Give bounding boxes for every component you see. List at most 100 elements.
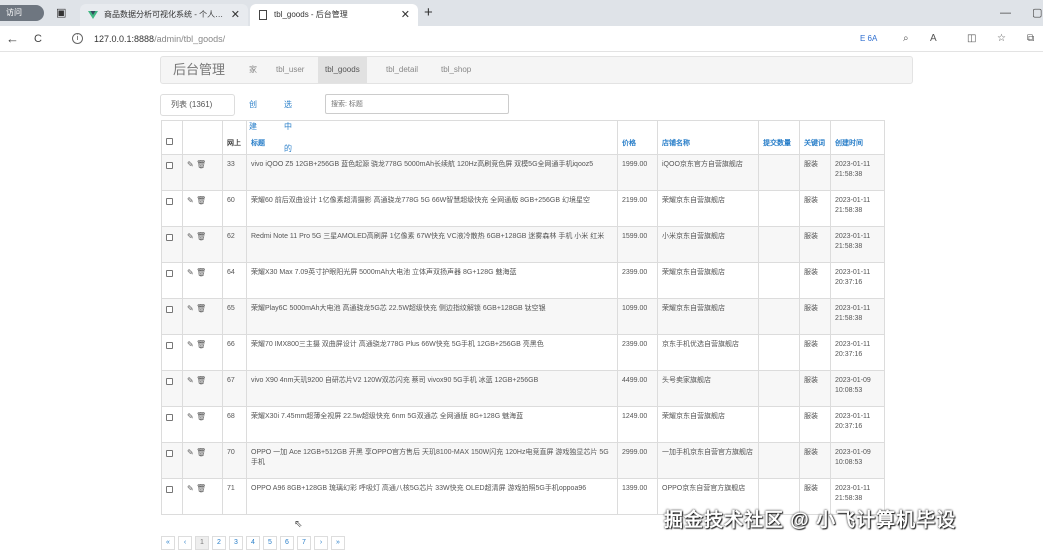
page-2[interactable]: 2 bbox=[212, 536, 226, 550]
row-checkbox[interactable] bbox=[166, 198, 173, 205]
nav-item-tbl-user[interactable]: tbl_user bbox=[276, 57, 304, 83]
trash-icon[interactable]: 🗑 bbox=[196, 412, 206, 421]
page-4[interactable]: 4 bbox=[246, 536, 260, 550]
close-icon[interactable]: ✕ bbox=[401, 4, 410, 26]
cell-shop: 荣耀京东自营旗舰店 bbox=[657, 190, 759, 227]
page-first[interactable]: « bbox=[161, 536, 175, 550]
row-checkbox[interactable] bbox=[166, 306, 173, 313]
admin-navbar: 后台管理 家 tbl_user tbl_goods tbl_detail tbl… bbox=[160, 56, 913, 84]
page-1[interactable]: 1 bbox=[195, 536, 209, 550]
row-select-cell bbox=[161, 478, 183, 515]
trash-icon[interactable]: 🗑 bbox=[196, 160, 206, 169]
pencil-icon[interactable]: ✎ bbox=[187, 448, 194, 457]
page-7[interactable]: 7 bbox=[297, 536, 311, 550]
row-checkbox[interactable] bbox=[166, 342, 173, 349]
column-header-keyword[interactable]: 关键词 bbox=[799, 120, 831, 155]
cell-count bbox=[758, 334, 800, 371]
ops-header bbox=[182, 120, 223, 155]
pencil-icon[interactable]: ✎ bbox=[187, 376, 194, 385]
table-header-row: 网上 标题 价格 店铺名称 提交数量 关键词 创建时间 bbox=[161, 120, 885, 155]
cell-shop: 荣耀京东自营旗舰店 bbox=[657, 298, 759, 335]
column-header-price[interactable]: 价格 bbox=[617, 120, 658, 155]
page-5[interactable]: 5 bbox=[263, 536, 277, 550]
page-next[interactable]: › bbox=[314, 536, 328, 550]
minimize-button[interactable]: — bbox=[1000, 0, 1011, 26]
select-all-checkbox[interactable] bbox=[166, 138, 173, 145]
trash-icon[interactable]: 🗑 bbox=[196, 448, 206, 457]
pencil-icon[interactable]: ✎ bbox=[187, 196, 194, 205]
table-row: ✎ 🗑 60 荣耀60 前后双曲设计 1亿像素超清摄影 高通骁龙778G 5G … bbox=[161, 190, 885, 227]
trash-icon[interactable]: 🗑 bbox=[196, 340, 206, 349]
info-icon[interactable]: i bbox=[72, 33, 83, 44]
cell-created: 2023-01-11 21:58:38 bbox=[830, 190, 885, 227]
cell-keyword: 服装 bbox=[799, 262, 831, 299]
row-select-cell bbox=[161, 298, 183, 335]
address-bar-row: ← C i 127.0.0.1:8888/admin/tbl_goods/ E … bbox=[0, 26, 1043, 52]
column-header-shop[interactable]: 店铺名称 bbox=[657, 120, 759, 155]
column-header-title[interactable]: 标题 bbox=[246, 120, 618, 155]
row-select-cell bbox=[161, 190, 183, 227]
row-checkbox[interactable] bbox=[166, 270, 173, 277]
row-checkbox[interactable] bbox=[166, 234, 173, 241]
url-field[interactable]: i 127.0.0.1:8888/admin/tbl_goods/ bbox=[66, 30, 856, 48]
read-aloud-icon[interactable]: A bbox=[930, 26, 937, 52]
pencil-icon[interactable]: ✎ bbox=[187, 412, 194, 421]
page-last[interactable]: » bbox=[331, 536, 345, 550]
column-header-count[interactable]: 提交数量 bbox=[758, 120, 800, 155]
maximize-button[interactable]: ▢ bbox=[1032, 0, 1042, 26]
brand[interactable]: 后台管理 bbox=[173, 57, 225, 83]
back-button[interactable]: ← bbox=[6, 26, 19, 52]
pencil-icon[interactable]: ✎ bbox=[187, 160, 194, 169]
split-screen-icon[interactable]: ◫ bbox=[967, 26, 976, 52]
browser-tab-2[interactable]: tbl_goods - 后台管理 ✕ bbox=[250, 4, 418, 26]
page-prev[interactable]: ‹ bbox=[178, 536, 192, 550]
pencil-icon[interactable]: ✎ bbox=[187, 268, 194, 277]
row-checkbox[interactable] bbox=[166, 414, 173, 421]
row-checkbox[interactable] bbox=[166, 450, 173, 457]
cell-title: 荣耀Play6C 5000mAh大电池 高通骁龙5G芯 22.5W超级快充 侧边… bbox=[246, 298, 618, 335]
pencil-icon[interactable]: ✎ bbox=[187, 340, 194, 349]
cell-count bbox=[758, 406, 800, 443]
close-icon[interactable]: ✕ bbox=[231, 4, 240, 26]
extensions-icon[interactable]: ⧉ bbox=[1027, 26, 1034, 52]
zoom-icon[interactable]: ⌕ bbox=[903, 26, 909, 52]
table-row: ✎ 🗑 64 荣耀X30 Max 7.09英寸护眼阳光屏 5000mAh大电池 … bbox=[161, 262, 885, 299]
nav-item-home[interactable]: 家 bbox=[249, 57, 257, 83]
search-input[interactable] bbox=[325, 94, 509, 114]
column-header-created[interactable]: 创建时间 bbox=[830, 120, 885, 155]
row-checkbox[interactable] bbox=[166, 378, 173, 385]
cell-created: 2023-01-11 20:37:16 bbox=[830, 334, 885, 371]
pagination: «‹ 1 2 3 4 5 6 7 ›» bbox=[161, 536, 348, 550]
browser-tab-1[interactable]: 商品数据分析可视化系统 - 个人… ✕ bbox=[80, 4, 248, 26]
cell-shop: 头号卖家旗舰店 bbox=[657, 370, 759, 407]
tab-stub[interactable]: 访问 bbox=[0, 5, 44, 21]
url-host: 127.0.0.1:8888 bbox=[94, 34, 155, 44]
page-3[interactable]: 3 bbox=[229, 536, 243, 550]
table-row: ✎ 🗑 68 荣耀X30i 7.45mm超薄全视屏 22.5w超级快充 6nm … bbox=[161, 406, 885, 443]
row-actions: ✎ 🗑 bbox=[182, 190, 223, 227]
trash-icon[interactable]: 🗑 bbox=[196, 268, 206, 277]
translate-icon[interactable]: E 6A bbox=[860, 26, 877, 52]
tab-list[interactable]: 列表 (1361) bbox=[160, 94, 235, 116]
reload-button[interactable]: C bbox=[34, 26, 42, 52]
nav-item-tbl-shop[interactable]: tbl_shop bbox=[441, 57, 471, 83]
pencil-icon[interactable]: ✎ bbox=[187, 232, 194, 241]
trash-icon[interactable]: 🗑 bbox=[196, 196, 206, 205]
trash-icon[interactable]: 🗑 bbox=[196, 376, 206, 385]
pencil-icon[interactable]: ✎ bbox=[187, 304, 194, 313]
trash-icon[interactable]: 🗑 bbox=[196, 304, 206, 313]
tab-actions-icon[interactable]: ▣ bbox=[56, 0, 66, 26]
nav-item-tbl-goods[interactable]: tbl_goods bbox=[318, 57, 367, 83]
nav-item-tbl-detail[interactable]: tbl_detail bbox=[386, 57, 418, 83]
trash-icon[interactable]: 🗑 bbox=[196, 232, 206, 241]
pencil-icon[interactable]: ✎ bbox=[187, 484, 194, 493]
favorites-icon[interactable]: ☆ bbox=[997, 26, 1006, 52]
new-tab-button[interactable]: + bbox=[424, 0, 433, 26]
cell-count bbox=[758, 226, 800, 263]
row-checkbox[interactable] bbox=[166, 162, 173, 169]
page-6[interactable]: 6 bbox=[280, 536, 294, 550]
row-actions: ✎ 🗑 bbox=[182, 406, 223, 443]
column-header-online[interactable]: 网上 bbox=[222, 120, 247, 155]
trash-icon[interactable]: 🗑 bbox=[196, 484, 206, 493]
row-checkbox[interactable] bbox=[166, 486, 173, 493]
